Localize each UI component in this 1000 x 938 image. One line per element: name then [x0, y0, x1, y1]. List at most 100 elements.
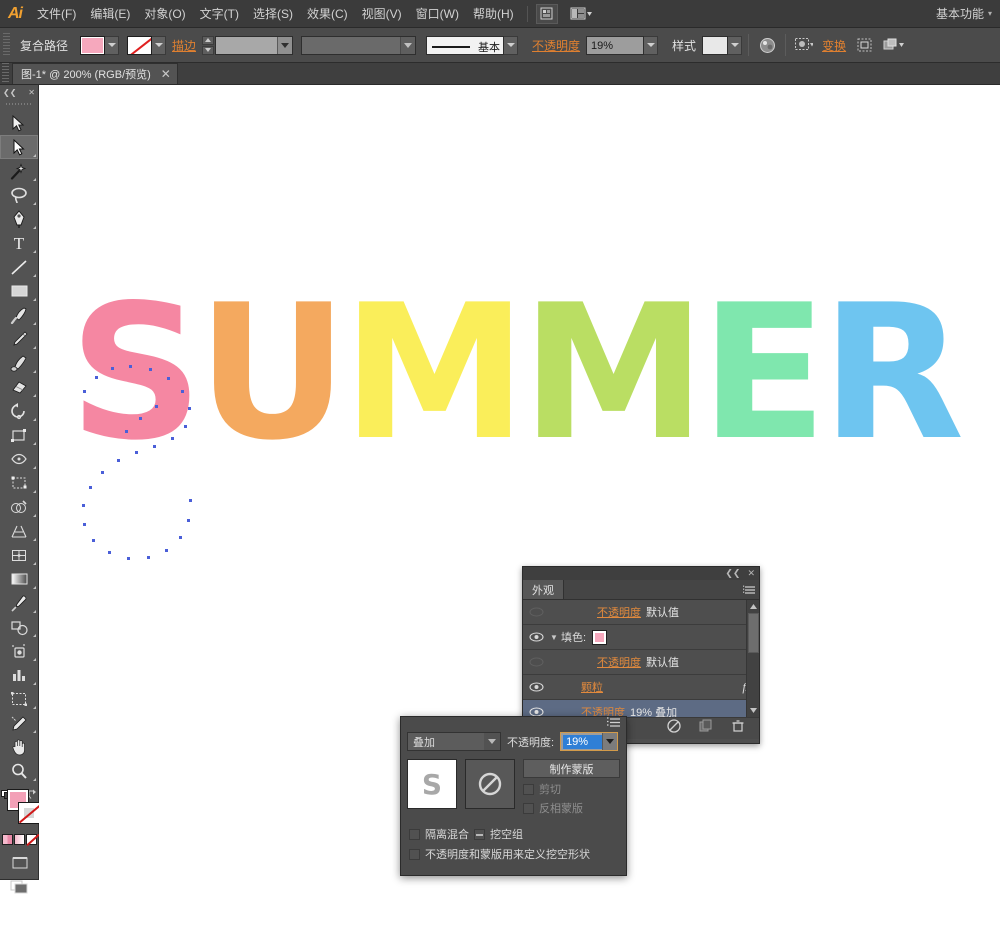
invert-mask-checkbox[interactable] — [523, 802, 534, 814]
perspective-grid-tool[interactable] — [0, 519, 38, 543]
appearance-row-opacity-grain[interactable]: 不透明度 19% 叠加 — [523, 700, 759, 717]
arrange-documents-icon[interactable] — [566, 4, 596, 24]
panel-menu-icon[interactable] — [739, 580, 759, 599]
scale-tool[interactable] — [0, 423, 38, 447]
change-screen-mode-icon[interactable] — [0, 875, 39, 899]
delete-item-icon[interactable] — [731, 719, 745, 738]
appearance-fill-swatch[interactable] — [592, 629, 608, 645]
menu-file[interactable]: 文件(F) — [30, 0, 83, 28]
paintbrush-tool[interactable] — [0, 303, 38, 327]
appearance-panel-titlebar[interactable]: ❮❮ ✕ — [523, 567, 759, 580]
lasso-tool[interactable] — [0, 183, 38, 207]
bridge-icon[interactable] — [535, 3, 558, 24]
appearance-opacity-label-top[interactable]: 不透明度 — [597, 604, 641, 620]
color-button[interactable] — [1, 834, 13, 845]
line-segment-tool[interactable] — [0, 255, 38, 279]
letter-m-2[interactable]: M — [521, 280, 706, 466]
scroll-down-icon[interactable] — [747, 704, 759, 717]
transform-label[interactable]: 变换 — [816, 37, 852, 54]
appearance-opacity-label-fill[interactable]: 不透明度 — [597, 654, 641, 670]
menu-type[interactable]: 文字(T) — [193, 0, 246, 28]
tab-bar-grip[interactable] — [0, 62, 9, 84]
stroke-weight-stepper[interactable] — [202, 35, 215, 55]
clip-checkbox[interactable] — [523, 783, 534, 795]
close-icon[interactable]: ✕ — [161, 68, 171, 80]
letter-e[interactable]: E — [700, 280, 827, 466]
visibility-toggle-fill[interactable] — [525, 632, 547, 642]
symbol-sprayer-tool[interactable] — [0, 639, 38, 663]
arrange-icon[interactable] — [882, 34, 906, 56]
menu-edit[interactable]: 编辑(E) — [83, 0, 137, 28]
make-mask-button[interactable]: 制作蒙版 — [523, 759, 620, 778]
none-button[interactable] — [25, 834, 37, 845]
width-tool[interactable] — [0, 447, 38, 471]
duplicate-item-icon[interactable] — [699, 719, 713, 738]
collapse-tools-icon[interactable]: ❮❮ — [3, 88, 16, 97]
brush-chevron-down-icon[interactable] — [504, 35, 519, 55]
shape-builder-tool[interactable] — [0, 495, 38, 519]
fill-swatch-dropdown[interactable] — [105, 35, 120, 55]
menu-select[interactable]: 选择(S) — [246, 0, 300, 28]
fill-swatch[interactable] — [80, 35, 106, 55]
document-tab[interactable]: 图-1* @ 200% (RGB/预览) ✕ — [12, 63, 178, 84]
opacity-label[interactable]: 不透明度 — [526, 37, 586, 54]
blend-tool[interactable] — [0, 615, 38, 639]
artboard-tool[interactable] — [0, 687, 38, 711]
pen-tool[interactable] — [0, 207, 38, 231]
visibility-toggle-off-2[interactable] — [525, 657, 547, 667]
opacity-knockout-checkbox[interactable] — [409, 848, 420, 860]
collapse-panel-icon[interactable]: ❮❮ — [725, 569, 740, 578]
stroke-weight-label[interactable]: 描边 — [166, 37, 202, 54]
pencil-tool[interactable] — [0, 327, 38, 351]
blob-brush-tool[interactable] — [0, 351, 38, 375]
appearance-row-grain[interactable]: 颗粒 fx — [523, 675, 759, 700]
slice-tool[interactable] — [0, 711, 38, 735]
column-graph-tool[interactable] — [0, 663, 38, 687]
panel-menu-icon[interactable] — [607, 715, 621, 733]
transparency-panel[interactable]: 叠加 不透明度: 19% S 制作蒙版 剪切 反相蒙版 隔离混合 挖空组 不透明… — [400, 716, 627, 876]
align-icon[interactable] — [852, 34, 876, 56]
summer-artwork[interactable]: SUMMER — [69, 280, 965, 466]
transparency-opacity-input[interactable]: 19% — [560, 732, 619, 751]
opacity-chevron-down-icon[interactable] — [644, 35, 659, 55]
blend-mode-select[interactable]: 叠加 — [407, 732, 501, 751]
rotate-tool[interactable] — [0, 399, 38, 423]
appearance-row-opacity-top[interactable]: 不透明度 默认值 — [523, 600, 759, 625]
workspace-switcher[interactable]: 基本功能 — [936, 5, 988, 22]
stroke-weight-combo[interactable] — [215, 35, 294, 55]
type-tool[interactable]: T — [0, 231, 38, 255]
appearance-row-fill[interactable]: ▼ 填色: — [523, 625, 759, 650]
invert-mask-checkbox-row[interactable]: 反相蒙版 — [523, 800, 620, 816]
stroke-profile-chevron-down-icon[interactable] — [400, 36, 416, 54]
style-chevron-down-icon[interactable] — [728, 35, 743, 55]
letter-s[interactable]: S — [69, 280, 203, 466]
stroke-color-swatch[interactable] — [18, 802, 40, 824]
expand-triangle-icon[interactable]: ▼ — [547, 633, 561, 642]
close-panel-icon[interactable]: ✕ — [747, 569, 755, 578]
isolate-blending-checkbox[interactable] — [409, 828, 420, 840]
menu-window[interactable]: 窗口(W) — [409, 0, 466, 28]
mask-thumbnail[interactable] — [465, 759, 515, 809]
appearance-fill-label[interactable]: 填色: — [561, 629, 586, 645]
appearance-grain-label[interactable]: 颗粒 — [581, 679, 603, 695]
eraser-tool[interactable] — [0, 375, 38, 399]
stroke-swatch[interactable] — [127, 35, 153, 55]
control-bar-grip[interactable] — [3, 33, 10, 57]
knockout-group-checkbox[interactable] — [474, 828, 485, 840]
stroke-swatch-dropdown[interactable] — [152, 35, 167, 55]
opacity-input[interactable]: 19% — [586, 35, 645, 55]
gradient-button[interactable] — [13, 834, 25, 845]
isolate-blending-row[interactable]: 隔离混合 挖空组 — [409, 826, 620, 842]
visibility-toggle-off[interactable] — [525, 607, 547, 617]
brush-definition-combo[interactable]: 基本 — [426, 35, 505, 55]
appearance-list[interactable]: 不透明度 默认值 ▼ 填色: 不透明度 默认值 颗粒 f — [523, 600, 759, 717]
stroke-weight-chevron-down-icon[interactable] — [277, 36, 293, 54]
menu-object[interactable]: 对象(O) — [137, 0, 192, 28]
workspace-chevron-down-icon[interactable]: ▾ — [988, 9, 1000, 18]
letter-m-1[interactable]: M — [342, 280, 527, 466]
free-transform-tool[interactable] — [0, 471, 38, 495]
menu-view[interactable]: 视图(V) — [355, 0, 409, 28]
scroll-up-icon[interactable] — [747, 600, 759, 613]
eyedropper-tool[interactable] — [0, 591, 38, 615]
rectangle-tool[interactable] — [0, 279, 38, 303]
